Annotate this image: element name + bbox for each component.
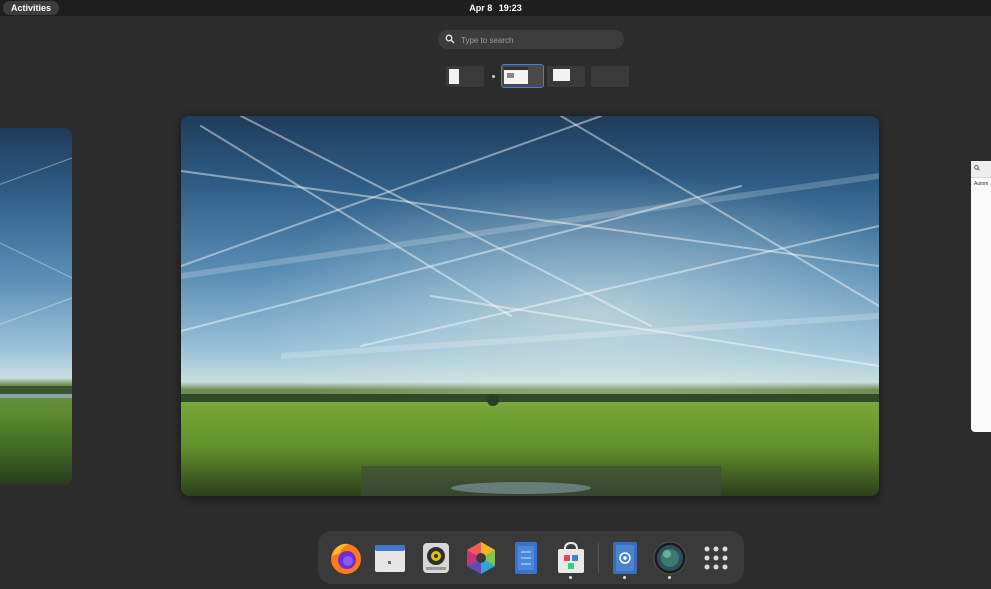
search-input[interactable] [459,32,618,49]
dock-item-firefox[interactable] [327,539,365,577]
dock-item-app-grid[interactable] [697,539,735,577]
sound-recorder-icon [423,543,449,573]
clock[interactable]: Apr 8 19:23 [0,2,991,14]
document-editor-icon [515,542,537,574]
workspace-thumbnail-2[interactable] [501,64,544,88]
color-palette-icon [467,542,495,574]
workspace-preview-previous[interactable] [0,128,72,485]
software-store-icon [558,541,584,573]
camera-lens-icon [653,541,687,575]
window-preview [504,67,528,84]
workspace-thumbnail-4[interactable] [591,66,629,87]
search-icon [445,34,455,44]
running-indicator [668,576,671,579]
running-indicator [623,576,626,579]
wallpaper-image [0,157,72,398]
firefox-icon [331,543,361,574]
window-content-label: Autom [974,181,989,187]
clock-date: Apr 8 [469,3,493,13]
search-box[interactable] [438,30,624,49]
workspace-preview-current[interactable] [181,116,879,496]
top-bar: Activities Apr 8 19:23 [0,0,991,16]
dock-item-software-store[interactable] [552,539,590,577]
running-indicator [569,576,572,579]
search-icon [974,165,980,171]
dock-item-camera-lens[interactable] [651,539,689,577]
workspace-thumbnail-3[interactable] [547,66,585,87]
dock [318,531,744,584]
gnome-overview: Activities Apr 8 19:23 Type to search Au… [0,0,991,589]
mail-client-icon [613,542,637,574]
window-preview [553,69,570,81]
dock-separator [598,543,599,573]
window-header [971,161,991,178]
dock-item-color-palette[interactable] [462,539,500,577]
dock-item-document-editor[interactable] [507,539,545,577]
window-app-icon [375,545,405,572]
app-window-preview[interactable]: Autom [971,161,991,432]
dock-item-sound-recorder[interactable] [417,539,455,577]
workspace-thumbnail-1[interactable] [446,66,484,87]
dock-item-window-app[interactable] [371,539,409,577]
wallpaper-image [181,116,879,496]
workspace-indicator [492,75,495,78]
dock-item-mail-client[interactable] [606,539,644,577]
window-preview [449,69,459,84]
app-grid-icon [704,546,728,570]
clock-time: 19:23 [498,3,522,13]
